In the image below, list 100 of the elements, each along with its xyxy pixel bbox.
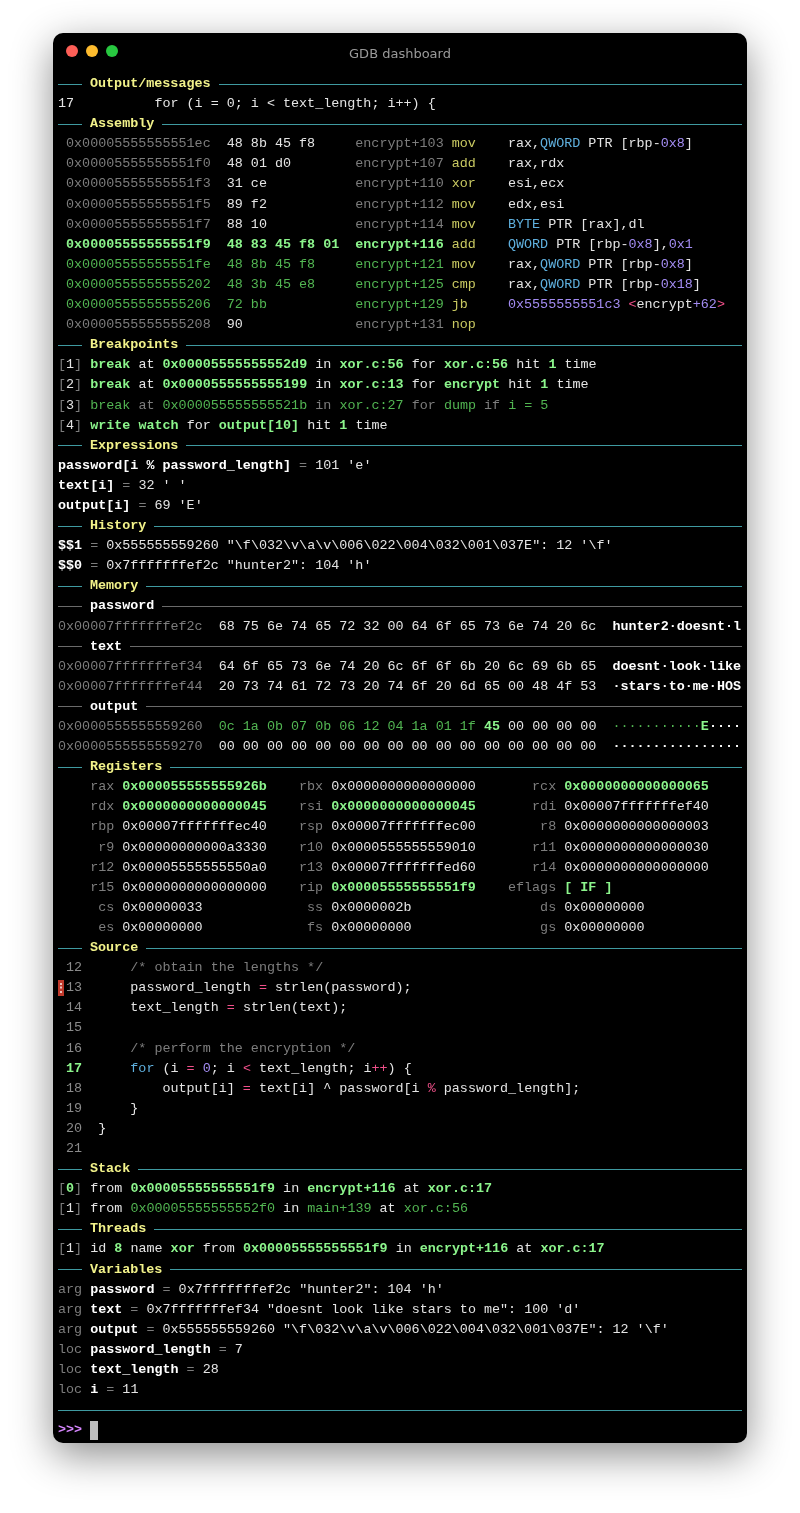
terminal-text: hit (508, 377, 533, 393)
terminal-text: 1 (66, 1241, 75, 1257)
function-offset: encrypt+110 (355, 176, 444, 192)
terminal-text: at (516, 1241, 533, 1257)
line-number: 13 (66, 979, 83, 998)
terminal-text: 1 (339, 417, 348, 433)
line-number: 14 (66, 999, 83, 1018)
register-value: 0x00007fffffffec00 (331, 818, 476, 837)
terminal-text: 7 (234, 1341, 243, 1357)
terminal-text: ] (74, 1181, 83, 1197)
memory-address: 0x00007fffffffef2c (58, 618, 203, 634)
mnemonic: jb (451, 297, 468, 313)
terminal-text: xor.c:56 (339, 357, 404, 373)
register-value: 0x00007fffffffef40 (564, 798, 709, 817)
line-number: 18 (66, 1079, 83, 1098)
ascii-text: doesnt·look·like (612, 658, 741, 674)
line-number: 15 (66, 1019, 83, 1038)
opcode-bytes: 48 3b 45 e8 (226, 276, 316, 292)
terminal-text: time (564, 357, 597, 373)
operands: rax, (507, 136, 541, 152)
line-number: 17 (58, 96, 75, 112)
address: 0x00005555555551f5 (66, 196, 211, 212)
terminal-text: = (90, 558, 99, 574)
terminal-text: 0x0000555555555199 (162, 377, 308, 393)
register-value: 0x0000000000000030 (564, 838, 709, 857)
operands: 0x5555555551c3 (507, 297, 621, 313)
register-name: rip (298, 878, 324, 897)
terminal-text: [ (58, 1181, 67, 1197)
terminal-text: [ (58, 357, 67, 373)
register-name: es (97, 918, 115, 937)
address: 0x0000555555555202 (66, 276, 211, 292)
source-code: } (130, 1100, 139, 1116)
operands: ] (692, 276, 701, 292)
register-name: ds (539, 898, 557, 917)
memory-address: 0x00007fffffffef44 (58, 678, 203, 694)
terminal-text: xor.c:17 (540, 1241, 605, 1257)
close-button[interactable] (66, 45, 78, 57)
line-number: 20 (66, 1119, 83, 1138)
section-title: Registers (90, 758, 163, 777)
register-value: 0x00007fffffffec40 (122, 818, 267, 837)
terminal-text: 0x00005555555552f0 (130, 1201, 276, 1217)
terminal-text: from (90, 1201, 123, 1217)
register-name: r10 (298, 838, 324, 857)
mnemonic: cmp (451, 276, 476, 292)
memory-address: 0x0000555555559270 (58, 739, 203, 755)
operands: > (716, 297, 725, 313)
terminal-text: 101 'e' (315, 457, 372, 473)
terminal-text: = (162, 1281, 171, 1297)
function-offset: encrypt+103 (355, 136, 444, 152)
terminal-text: for (411, 377, 436, 393)
terminal-text: 69 'E' (154, 497, 203, 513)
source-code: strlen(text); (242, 1000, 348, 1016)
memory-address: 0x0000555555559260 (58, 719, 203, 734)
operands: ], (652, 236, 669, 252)
register-value: 0x0000000000000045 (122, 798, 267, 817)
terminal-text: password_length (90, 1341, 211, 1357)
address: 0x0000555555555208 (66, 317, 211, 333)
register-value: 0x0000000000000065 (564, 778, 709, 797)
terminal-text: encrypt (443, 377, 501, 393)
register-value: 0x0000555555559010 (331, 838, 476, 857)
terminal-text: $$1 (58, 538, 83, 554)
terminal-text: text[i] (58, 477, 115, 493)
terminal-text: 1 (548, 357, 557, 373)
minimize-button[interactable] (86, 45, 98, 57)
register-value: 0x00005555555550a0 (122, 858, 267, 877)
register-name: cs (97, 898, 115, 917)
function-offset: encrypt+116 (355, 236, 444, 252)
line-number: 21 (66, 1139, 83, 1158)
line-number: 17 (66, 1059, 83, 1078)
source-code: for (i = 0; i < text_length; i++) { (154, 96, 436, 112)
register-name: r14 (531, 858, 557, 877)
terminal-text: 4 (66, 417, 75, 433)
register-name: eflags (506, 878, 557, 897)
register-value: 0x000055555555926b (122, 778, 267, 797)
terminal-text: = (218, 1341, 227, 1357)
terminal-text: = (106, 1382, 115, 1398)
terminal-text: write watch (90, 417, 179, 433)
source-code: ) { (387, 1060, 412, 1076)
opcode-bytes: 48 8b 45 f8 (226, 136, 316, 152)
section-title: Threads (90, 1220, 147, 1239)
terminal-text: encrypt+116 (419, 1241, 509, 1257)
operands: QWORD (507, 236, 549, 252)
source-code: /* perform the encryption */ (130, 1040, 356, 1056)
register-name: r9 (97, 838, 115, 857)
terminal-text: for (186, 417, 211, 433)
register-name: rsp (298, 818, 324, 837)
register-value: 0x00000033 (122, 898, 203, 917)
terminal-text: loc (58, 1382, 83, 1398)
text-cursor[interactable] (90, 1420, 99, 1440)
terminal-text: ] (74, 397, 83, 413)
maximize-button[interactable] (106, 45, 118, 57)
ascii-text: ···· (708, 719, 742, 734)
terminal-text: output[10] (218, 417, 300, 433)
register-name: r12 (89, 858, 115, 877)
command-prompt: >>> (58, 1421, 83, 1440)
operands: PTR [rbp- (556, 236, 629, 252)
terminal-text: time (556, 377, 589, 393)
terminal-text: break (90, 377, 131, 393)
address: 0x00005555555551f9 (66, 236, 211, 252)
hex-bytes: 00 00 00 00 (508, 719, 597, 734)
